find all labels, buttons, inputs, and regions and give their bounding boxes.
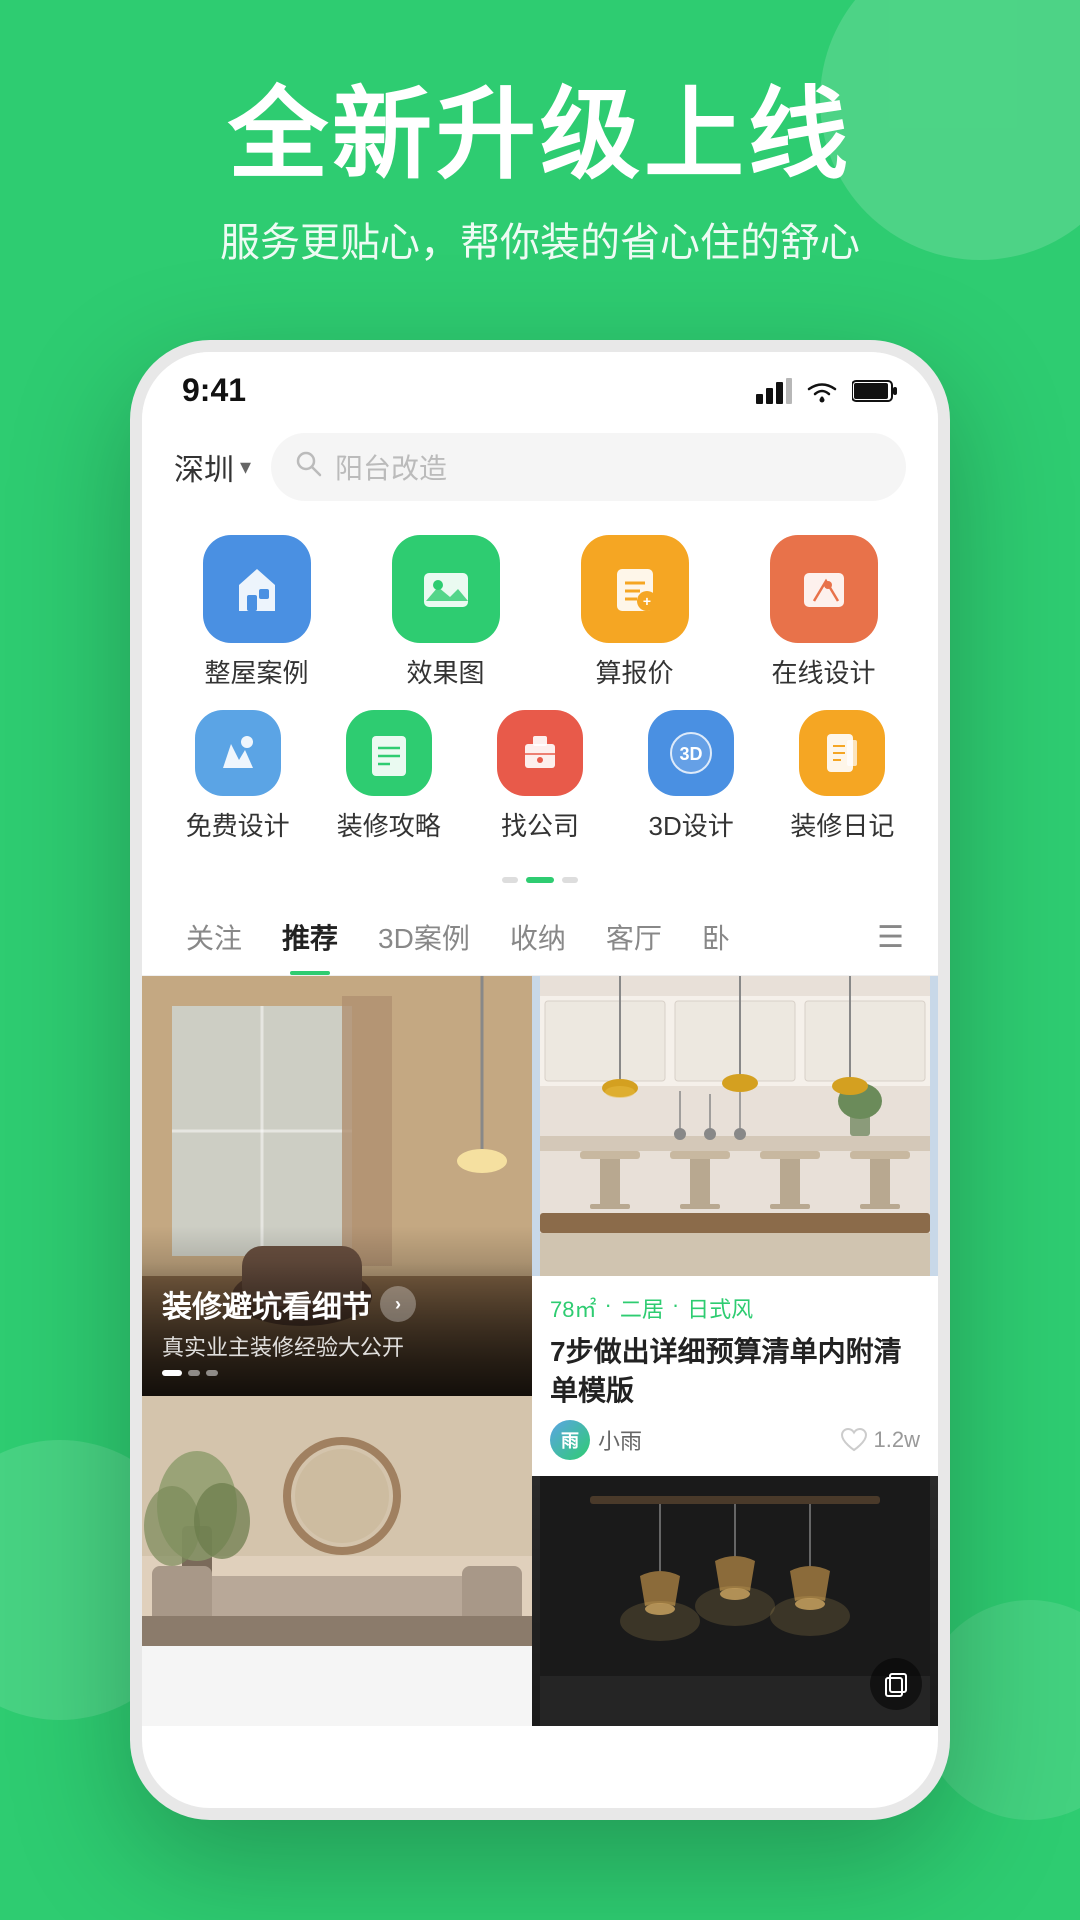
search-area: 深圳 ▾ 阳台改造 xyxy=(142,419,938,515)
category-label-gonglue: 装修攻略 xyxy=(337,806,441,843)
card-dot-3 xyxy=(206,1370,218,1376)
category-icon-zhengwu xyxy=(203,535,311,643)
search-placeholder: 阳台改造 xyxy=(335,447,447,487)
card-overlay: 装修避坑看细节 › 真实业主装修经验大公开 xyxy=(142,1262,532,1396)
tab-3d-cases[interactable]: 3D案例 xyxy=(358,899,490,975)
card-bottom-left[interactable] xyxy=(142,1396,532,1646)
author-info: 雨 小雨 xyxy=(550,1420,642,1460)
tab-bedroom[interactable]: 卧 xyxy=(682,899,750,975)
category-label-zhengwu: 整屋案例 xyxy=(204,653,308,690)
dot-2-active xyxy=(526,877,554,883)
category-label-mianfei: 免费设计 xyxy=(186,806,290,843)
city-name: 深圳 xyxy=(174,445,234,489)
category-row-2: 免费设计 装修攻略 xyxy=(162,710,918,843)
category-item-zaixian[interactable]: 在线设计 xyxy=(749,535,899,690)
category-label-suanbao: 算报价 xyxy=(595,653,673,690)
category-item-gonglue[interactable]: 装修攻略 xyxy=(314,710,464,843)
category-label-riji: 装修日记 xyxy=(790,806,894,843)
hero-title: 全新升级上线 xyxy=(0,80,1080,190)
tab-living[interactable]: 客厅 xyxy=(586,899,682,975)
category-label-zaixian: 在线设计 xyxy=(771,653,875,690)
tag-rooms: 二居 xyxy=(620,1292,664,1324)
svg-text:3D: 3D xyxy=(680,744,703,764)
card-right-info: 78㎡ · 二居 · 日式风 7步做出详细预算清单内附清单模版 雨 小雨 xyxy=(532,1276,938,1476)
content-grid: 装修避坑看细节 › 真实业主装修经验大公开 xyxy=(142,976,938,1726)
tab-follow[interactable]: 关注 xyxy=(166,899,262,975)
card-dot-1 xyxy=(162,1370,182,1376)
status-time: 9:41 xyxy=(182,372,246,409)
avatar: 雨 xyxy=(550,1420,590,1460)
content-col-right: 78㎡ · 二居 · 日式风 7步做出详细预算清单内附清单模版 雨 小雨 xyxy=(532,976,938,1726)
category-label-xiaoguo: 效果图 xyxy=(406,653,484,690)
tab-storage[interactable]: 收纳 xyxy=(490,899,586,975)
category-item-zhaogongsi[interactable]: 找公司 xyxy=(465,710,615,843)
category-item-riji[interactable]: 装修日记 xyxy=(767,710,917,843)
tab-bar: 关注 推荐 3D案例 收纳 客厅 卧 ☰ xyxy=(142,899,938,976)
card-featured-subtitle: 真实业主装修经验大公开 xyxy=(162,1330,512,1362)
category-item-zhengwu[interactable]: 整屋案例 xyxy=(182,535,332,690)
category-label-zhaogongsi: 找公司 xyxy=(501,806,579,843)
tag-style: 日式风 xyxy=(687,1292,753,1324)
living-scene-image xyxy=(142,1396,532,1646)
card-dots xyxy=(162,1370,512,1376)
dot-indicator xyxy=(142,873,938,899)
category-row-1: 整屋案例 效果图 xyxy=(162,535,918,690)
like-count: 1.2w xyxy=(840,1427,920,1453)
battery-icon xyxy=(852,379,898,403)
dot-1 xyxy=(502,877,518,883)
tab-more-icon[interactable]: ☰ xyxy=(867,910,914,965)
status-bar: 9:41 xyxy=(142,352,938,419)
phone-mockup: 9:41 xyxy=(130,340,950,1820)
wifi-icon xyxy=(804,378,840,404)
city-selector[interactable]: 深圳 ▾ xyxy=(174,445,251,489)
tag-sep2: · xyxy=(672,1292,679,1324)
tab-recommend[interactable]: 推荐 xyxy=(262,899,358,975)
hero-subtitle: 服务更贴心，帮你装的省心住的舒心 xyxy=(0,210,1080,268)
signal-icon xyxy=(756,378,792,404)
category-item-mianfei[interactable]: 免费设计 xyxy=(163,710,313,843)
category-label-3d: 3D设计 xyxy=(649,806,734,843)
category-icon-zaixian xyxy=(770,535,878,643)
card-featured[interactable]: 装修避坑看细节 › 真实业主装修经验大公开 xyxy=(142,976,532,1396)
tag-size: 78㎡ xyxy=(550,1292,596,1324)
card-right-kitchen[interactable] xyxy=(532,976,938,1276)
chevron-down-icon: ▾ xyxy=(240,454,251,480)
content-col-left: 装修避坑看细节 › 真实业主装修经验大公开 xyxy=(142,976,532,1726)
category-icon-riji xyxy=(799,710,885,796)
tag-sep1: · xyxy=(604,1292,611,1324)
card-tags: 78㎡ · 二居 · 日式风 xyxy=(550,1292,920,1324)
card-bottom-right[interactable] xyxy=(532,1476,938,1726)
card-dot-2 xyxy=(188,1370,200,1376)
category-icon-zhaogongsi xyxy=(497,710,583,796)
like-number: 1.2w xyxy=(874,1427,920,1453)
copy-icon[interactable] xyxy=(870,1658,922,1710)
category-item-3d[interactable]: 3D 3D设计 xyxy=(616,710,766,843)
phone-frame: 9:41 xyxy=(130,340,950,1820)
category-icon-suanbao: + xyxy=(581,535,689,643)
category-item-xiaoguo[interactable]: 效果图 xyxy=(371,535,521,690)
author-name: 小雨 xyxy=(598,1424,642,1456)
category-icon-3d: 3D xyxy=(648,710,734,796)
card-arrow-icon: › xyxy=(380,1286,416,1322)
svg-text:+: + xyxy=(642,593,650,609)
category-icon-mianfei xyxy=(195,710,281,796)
card-featured-title: 装修避坑看细节 › xyxy=(162,1282,512,1326)
heart-icon xyxy=(840,1427,868,1453)
card-right-title: 7步做出详细预算清单内附清单模版 xyxy=(550,1332,920,1410)
search-box[interactable]: 阳台改造 xyxy=(271,433,906,501)
status-icons xyxy=(756,378,898,404)
category-icon-gonglue xyxy=(346,710,432,796)
category-icon-xiaoguo xyxy=(392,535,500,643)
card-right-footer: 雨 小雨 1.2w xyxy=(550,1420,920,1460)
search-icon xyxy=(295,450,323,485)
category-section: 整屋案例 效果图 xyxy=(142,515,938,873)
dot-3 xyxy=(562,877,578,883)
category-item-suanbao[interactable]: + 算报价 xyxy=(560,535,710,690)
